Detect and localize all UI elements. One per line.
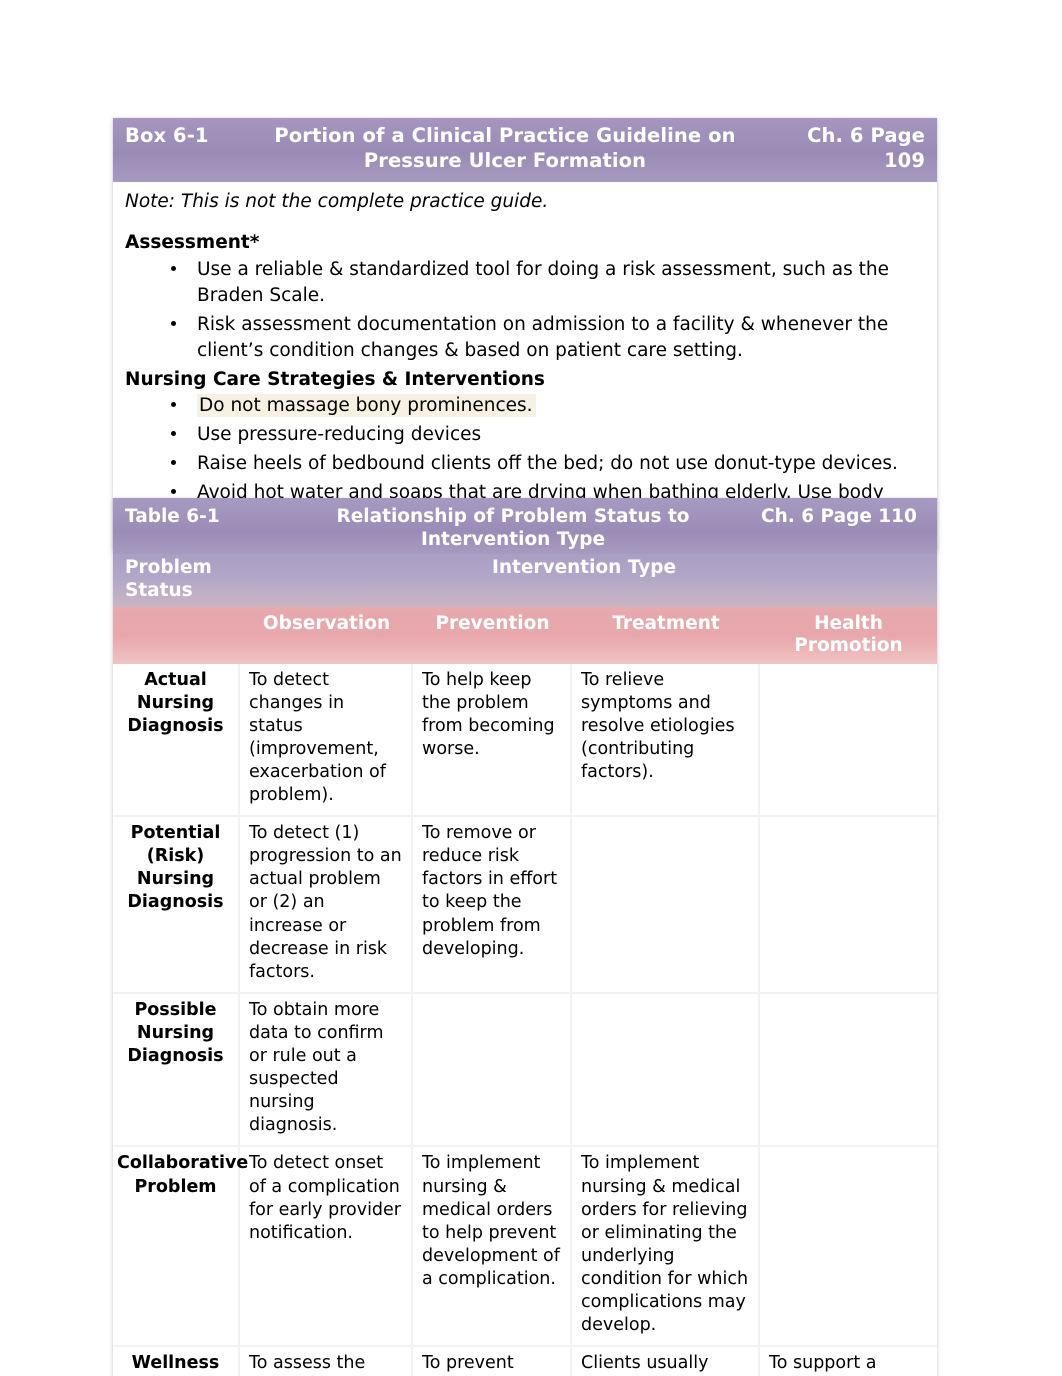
cell-observation: To assess the client’s wellness practice… [240, 1347, 413, 1376]
row-status: Collaborative Problem [113, 1147, 248, 1348]
cell-treatment [572, 993, 760, 1148]
cell-treatment [572, 817, 760, 994]
row-status: Potential (Risk) Nursing Diagnosis [113, 817, 240, 994]
section-heading-assessment: Assessment* [125, 232, 260, 254]
column-header-prevention: Prevention [435, 612, 550, 634]
column-header-health-promotion: Health Promotion [794, 612, 903, 657]
column-header-observation: Observation [262, 612, 391, 634]
cell-health-promotion: To support a client’s health promotion e… [760, 1347, 937, 1376]
document-page: Box 6-1 Portion of a Clinical Practice G… [0, 0, 1062, 1376]
list-item: Do not massage bony prominences. [125, 393, 923, 419]
column-header-treatment: Treatment [612, 612, 720, 634]
list-item: Risk assessment documentation on admissi… [125, 312, 923, 364]
bullet-text: Use a reliable & standardized tool for d… [197, 258, 889, 306]
row-status: Actual Nursing Diagnosis [113, 663, 240, 818]
table-row: Wellness Diagnosis To assess the client’… [113, 1347, 937, 1376]
bullet-text: Use pressure-reducing devices [197, 423, 482, 445]
table-row: Possible Nursing Diagnosis To obtain mor… [113, 993, 937, 1148]
cell-prevention [413, 993, 572, 1148]
cell-health-promotion [760, 994, 937, 1148]
cell-observation: To detect onset of a complication for ea… [240, 1147, 413, 1348]
table-row: Potential (Risk) Nursing Diagnosis To de… [113, 817, 937, 994]
cell-prevention: To prevent specific diseases. [413, 1347, 572, 1376]
cell-health-promotion [760, 1147, 937, 1348]
section-heading-nursing-care: Nursing Care Strategies & Interventions [125, 368, 545, 390]
cell-prevention: To help keep the problem from becoming w… [413, 663, 572, 818]
list-item: Use pressure-reducing devices [125, 422, 923, 448]
table-6-1-card: Table 6-1 Relationship of Problem Status… [113, 498, 937, 1376]
col-group-header: Intervention Type [491, 557, 677, 579]
list-item: Use a reliable & standardized tool for d… [125, 257, 923, 309]
cell-health-promotion [760, 664, 937, 818]
assessment-bullet-list: Use a reliable & standardized tool for d… [125, 257, 923, 364]
bullet-text: Risk assessment documentation on admissi… [197, 313, 889, 361]
list-item: Raise heels of bedbound clients off the … [125, 451, 923, 477]
box-header: Box 6-1 Portion of a Clinical Practice G… [113, 118, 937, 182]
box-6-1-card: Box 6-1 Portion of a Clinical Practice G… [113, 118, 937, 551]
box-page-ref: Ch. 6 Page 109 [807, 124, 925, 172]
cell-treatment: Clients usually manage their own wellnes… [572, 1347, 760, 1376]
table-row: Actual Nursing Diagnosis To detect chang… [113, 663, 937, 818]
table-page-ref: Ch. 6 Page 110 [761, 506, 917, 527]
box-label: Box 6-1 [125, 124, 209, 147]
row-group-header: Problem Status [125, 557, 212, 602]
cell-observation: To detect changes in status (improvement… [240, 663, 413, 818]
table-group-header-row: Problem Status Intervention Type [113, 554, 937, 607]
cell-prevention: To implement nursing & medical orders to… [413, 1147, 572, 1348]
bullet-text-highlighted: Do not massage bony prominences. [197, 394, 536, 418]
cell-health-promotion [760, 817, 937, 994]
box-note: Note: This is not the complete practice … [125, 190, 549, 212]
cell-observation: To obtain more data to confirm or rule o… [240, 993, 413, 1148]
cell-treatment: To relieve symptoms and resolve etiologi… [572, 663, 760, 818]
table-title-row: Table 6-1 Relationship of Problem Status… [113, 498, 937, 555]
box-title: Portion of a Clinical Practice Guideline… [274, 124, 736, 172]
box-body: Note: This is not the complete practice … [113, 182, 937, 551]
cell-observation: To detect (1) progression to an actual p… [240, 817, 413, 994]
cell-treatment: To implement nursing & medical orders fo… [572, 1147, 760, 1348]
table-row: Collaborative Problem To detect onset of… [113, 1147, 937, 1348]
column-header-spacer [113, 607, 240, 661]
bullet-text: Raise heels of bedbound clients off the … [197, 452, 898, 474]
table-column-header-row: Observation Prevention Treatment Health … [113, 606, 937, 664]
row-status: Possible Nursing Diagnosis [113, 993, 240, 1148]
row-status: Wellness Diagnosis [113, 1347, 240, 1376]
table-title: Relationship of Problem Status to Interv… [336, 506, 690, 551]
cell-prevention: To remove or reduce risk factors in effo… [413, 817, 572, 994]
table-label: Table 6-1 [125, 506, 220, 527]
